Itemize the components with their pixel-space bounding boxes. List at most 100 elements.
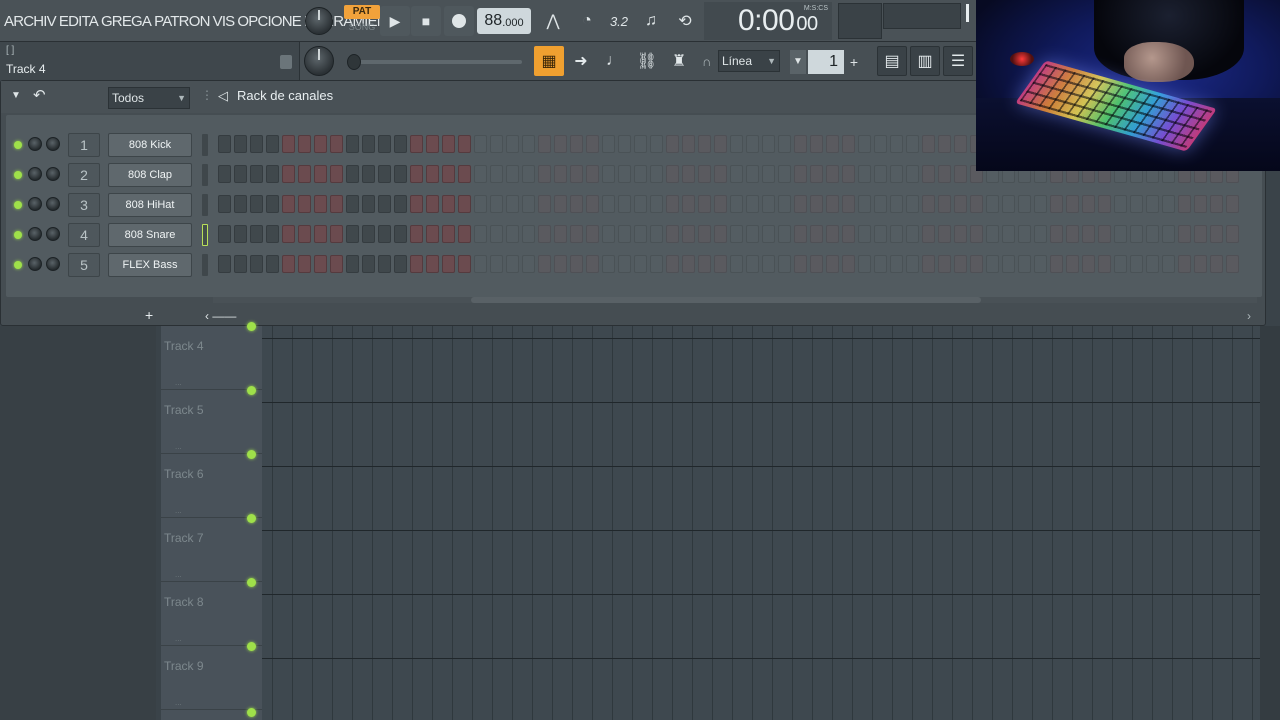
master-volume-knob[interactable] bbox=[305, 7, 333, 35]
step-button[interactable] bbox=[282, 195, 295, 213]
step-button[interactable] bbox=[458, 135, 471, 153]
channel-volume-knob[interactable] bbox=[46, 197, 60, 211]
rack-scrollbar-thumb[interactable] bbox=[471, 297, 981, 303]
step-button[interactable] bbox=[1018, 225, 1031, 243]
snap-select[interactable]: Línea ▼ bbox=[718, 50, 780, 72]
step-button[interactable] bbox=[538, 165, 551, 183]
step-button[interactable] bbox=[858, 225, 871, 243]
next-window-button[interactable]: ➜ bbox=[566, 46, 596, 76]
step-button[interactable] bbox=[810, 195, 823, 213]
step-button[interactable] bbox=[970, 255, 983, 273]
step-button[interactable] bbox=[1050, 195, 1063, 213]
step-button[interactable] bbox=[858, 135, 871, 153]
step-button[interactable] bbox=[1210, 225, 1223, 243]
step-button[interactable] bbox=[650, 195, 663, 213]
step-dropdown-button[interactable]: ▼ bbox=[790, 50, 806, 74]
step-button[interactable] bbox=[1162, 195, 1175, 213]
step-button[interactable] bbox=[346, 135, 359, 153]
loop-record-button[interactable]: ⟲ bbox=[670, 6, 700, 36]
step-button[interactable] bbox=[586, 195, 599, 213]
step-button[interactable] bbox=[618, 135, 631, 153]
step-button[interactable] bbox=[474, 195, 487, 213]
step-button[interactable] bbox=[1082, 225, 1095, 243]
step-button[interactable] bbox=[1050, 255, 1063, 273]
step-button[interactable] bbox=[858, 165, 871, 183]
step-button[interactable] bbox=[1002, 195, 1015, 213]
track-header[interactable]: Track 5 ... bbox=[161, 390, 262, 459]
step-button[interactable] bbox=[746, 195, 759, 213]
step-button[interactable] bbox=[266, 165, 279, 183]
step-button[interactable] bbox=[682, 195, 695, 213]
track-header[interactable]: Track 7 ... bbox=[161, 518, 262, 587]
step-button[interactable] bbox=[1034, 255, 1047, 273]
zoom-handle[interactable]: ‹ —— bbox=[205, 309, 236, 323]
step-button[interactable] bbox=[314, 135, 327, 153]
step-button[interactable] bbox=[682, 255, 695, 273]
step-button[interactable] bbox=[874, 255, 887, 273]
step-button[interactable] bbox=[730, 135, 743, 153]
step-button[interactable] bbox=[666, 255, 679, 273]
step-button[interactable] bbox=[506, 195, 519, 213]
step-button[interactable] bbox=[442, 225, 455, 243]
step-button[interactable] bbox=[1082, 195, 1095, 213]
step-button[interactable] bbox=[826, 195, 839, 213]
step-button[interactable] bbox=[378, 135, 391, 153]
step-button[interactable] bbox=[554, 225, 567, 243]
step-button[interactable] bbox=[762, 135, 775, 153]
step-button[interactable] bbox=[474, 135, 487, 153]
channel-mute-led[interactable] bbox=[14, 231, 22, 239]
step-button[interactable] bbox=[586, 225, 599, 243]
step-button[interactable] bbox=[442, 135, 455, 153]
step-button[interactable] bbox=[554, 165, 567, 183]
play-button[interactable]: ▶ bbox=[380, 6, 410, 36]
step-button[interactable] bbox=[730, 255, 743, 273]
step-button[interactable] bbox=[554, 255, 567, 273]
step-button[interactable] bbox=[714, 225, 727, 243]
step-button[interactable] bbox=[394, 135, 407, 153]
tempo-display[interactable]: 88.000 bbox=[477, 8, 531, 34]
step-button[interactable] bbox=[218, 225, 231, 243]
channel-pan-knob[interactable] bbox=[28, 137, 42, 151]
step-button[interactable] bbox=[442, 195, 455, 213]
step-button[interactable] bbox=[266, 225, 279, 243]
channel-mixer-track[interactable]: 2 bbox=[68, 163, 100, 187]
link-button[interactable]: ⛓ bbox=[632, 46, 662, 76]
playlist-vertical-scrollbar[interactable] bbox=[1260, 326, 1280, 720]
step-button[interactable] bbox=[538, 255, 551, 273]
channel-name-button[interactable]: 808 Clap bbox=[108, 163, 192, 187]
step-button[interactable] bbox=[1194, 225, 1207, 243]
step-button[interactable] bbox=[762, 165, 775, 183]
step-button[interactable] bbox=[474, 165, 487, 183]
step-button[interactable] bbox=[266, 255, 279, 273]
wait-input-button[interactable]: ◔ bbox=[572, 6, 602, 36]
step-button[interactable] bbox=[1226, 225, 1239, 243]
menu-edita[interactable]: EDITA bbox=[59, 13, 99, 30]
menu-opciones[interactable]: OPCIONE bbox=[237, 13, 301, 30]
step-button[interactable] bbox=[538, 135, 551, 153]
step-button[interactable] bbox=[522, 165, 535, 183]
step-button[interactable] bbox=[250, 255, 263, 273]
step-button[interactable] bbox=[330, 225, 343, 243]
step-button[interactable] bbox=[1050, 225, 1063, 243]
step-button[interactable] bbox=[938, 135, 951, 153]
step-button[interactable] bbox=[842, 255, 855, 273]
chevron-right-icon[interactable]: › bbox=[1247, 309, 1251, 323]
step-button[interactable] bbox=[746, 255, 759, 273]
step-button[interactable] bbox=[650, 135, 663, 153]
step-button[interactable] bbox=[1130, 195, 1143, 213]
step-button[interactable] bbox=[586, 255, 599, 273]
step-button[interactable] bbox=[874, 165, 887, 183]
step-button[interactable] bbox=[762, 195, 775, 213]
metronome-button[interactable]: ⋀ bbox=[538, 6, 568, 36]
step-button[interactable] bbox=[906, 195, 919, 213]
channel-pan-knob[interactable] bbox=[28, 257, 42, 271]
step-edit-button[interactable]: ♫ bbox=[636, 6, 666, 36]
step-button[interactable] bbox=[458, 165, 471, 183]
step-button[interactable] bbox=[746, 165, 759, 183]
step-button[interactable] bbox=[906, 225, 919, 243]
step-button[interactable] bbox=[250, 135, 263, 153]
step-button[interactable] bbox=[1002, 225, 1015, 243]
step-button[interactable] bbox=[858, 195, 871, 213]
step-button[interactable] bbox=[746, 135, 759, 153]
trash-icon[interactable] bbox=[280, 55, 292, 69]
